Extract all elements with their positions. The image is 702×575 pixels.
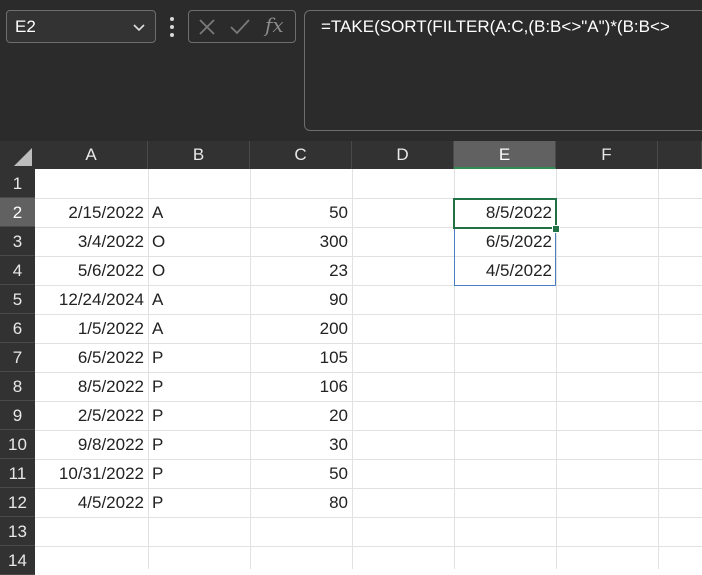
cell-c6[interactable]: 200 (250, 314, 352, 343)
column-header-g[interactable] (658, 141, 702, 169)
row-header-10[interactable]: 10 (0, 430, 35, 459)
cell-a7[interactable]: 6/5/2022 (35, 343, 148, 372)
column-header-f[interactable]: F (556, 141, 658, 169)
formula-input[interactable]: =TAKE(SORT(FILTER(A:C,(B:B<>"A")*(B:B<> (304, 10, 702, 131)
enter-check-icon[interactable] (229, 17, 251, 37)
cell-b2[interactable]: A (148, 198, 250, 227)
cancel-icon[interactable] (197, 17, 217, 37)
row-header-13[interactable]: 13 (0, 517, 35, 546)
cell-a2[interactable]: 2/15/2022 (35, 198, 148, 227)
cell-a10[interactable]: 9/8/2022 (35, 430, 148, 459)
row-header-8[interactable]: 8 (0, 372, 35, 401)
insert-function-icon[interactable]: fx (265, 13, 284, 37)
cell-c12[interactable]: 80 (250, 488, 352, 517)
more-options-icon[interactable] (166, 16, 178, 38)
cell-a5[interactable]: 12/24/2024 (35, 285, 148, 314)
cell-a9[interactable]: 2/5/2022 (35, 401, 148, 430)
cell-a12[interactable]: 4/5/2022 (35, 488, 148, 517)
cell-a3[interactable]: 3/4/2022 (35, 227, 148, 256)
cell-c9[interactable]: 20 (250, 401, 352, 430)
row-header-5[interactable]: 5 (0, 285, 35, 314)
row-header-2[interactable]: 2 (0, 198, 35, 227)
row-header-6[interactable]: 6 (0, 314, 35, 343)
cell-c10[interactable]: 30 (250, 430, 352, 459)
cell-b6[interactable]: A (148, 314, 250, 343)
cell-c3[interactable]: 300 (250, 227, 352, 256)
cell-a8[interactable]: 8/5/2022 (35, 372, 148, 401)
cell-b7[interactable]: P (148, 343, 250, 372)
row-header-7[interactable]: 7 (0, 343, 35, 372)
cell-a4[interactable]: 5/6/2022 (35, 256, 148, 285)
cell-c7[interactable]: 105 (250, 343, 352, 372)
cell-b5[interactable]: A (148, 285, 250, 314)
formula-bar-area: E2 fx =TAKE(SORT(FILTER(A:C,(B:B<>"A")*(… (0, 0, 702, 141)
cell-a11[interactable]: 10/31/2022 (35, 459, 148, 488)
column-header-c[interactable]: C (250, 141, 352, 169)
cell-b9[interactable]: P (148, 401, 250, 430)
cell-b11[interactable]: P (148, 459, 250, 488)
column-header-a[interactable]: A (35, 141, 148, 169)
formula-actions: fx (188, 10, 296, 43)
row-header-14[interactable]: 14 (0, 546, 35, 575)
active-cell-outline (453, 198, 557, 229)
select-all-triangle-icon (14, 148, 32, 166)
cell-a6[interactable]: 1/5/2022 (35, 314, 148, 343)
row-header-4[interactable]: 4 (0, 256, 35, 285)
column-header-e[interactable]: E (454, 141, 556, 169)
cell-c8[interactable]: 106 (250, 372, 352, 401)
cell-e3[interactable]: 6/5/2022 (454, 227, 556, 256)
cell-b8[interactable]: P (148, 372, 250, 401)
name-box[interactable]: E2 (6, 10, 156, 43)
row-header-12[interactable]: 12 (0, 488, 35, 517)
row-header-9[interactable]: 9 (0, 401, 35, 430)
row-header-3[interactable]: 3 (0, 227, 35, 256)
cell-b3[interactable]: O (148, 227, 250, 256)
cell-b10[interactable]: P (148, 430, 250, 459)
row-header-11[interactable]: 11 (0, 459, 35, 488)
fill-handle[interactable] (552, 225, 560, 233)
cell-b12[interactable]: P (148, 488, 250, 517)
formula-text: =TAKE(SORT(FILTER(A:C,(B:B<>"A")*(B:B<> (321, 17, 670, 36)
cell-c5[interactable]: 90 (250, 285, 352, 314)
cell-c11[interactable]: 50 (250, 459, 352, 488)
cell-b4[interactable]: O (148, 256, 250, 285)
cell-c4[interactable]: 23 (250, 256, 352, 285)
cell-e4[interactable]: 4/5/2022 (454, 256, 556, 285)
name-box-value: E2 (15, 17, 36, 36)
row-header-1[interactable]: 1 (0, 169, 35, 198)
chevron-down-icon[interactable] (133, 21, 145, 33)
column-header-d[interactable]: D (352, 141, 454, 169)
cell-c2[interactable]: 50 (250, 198, 352, 227)
select-all-button[interactable] (0, 141, 36, 169)
column-header-b[interactable]: B (148, 141, 250, 169)
